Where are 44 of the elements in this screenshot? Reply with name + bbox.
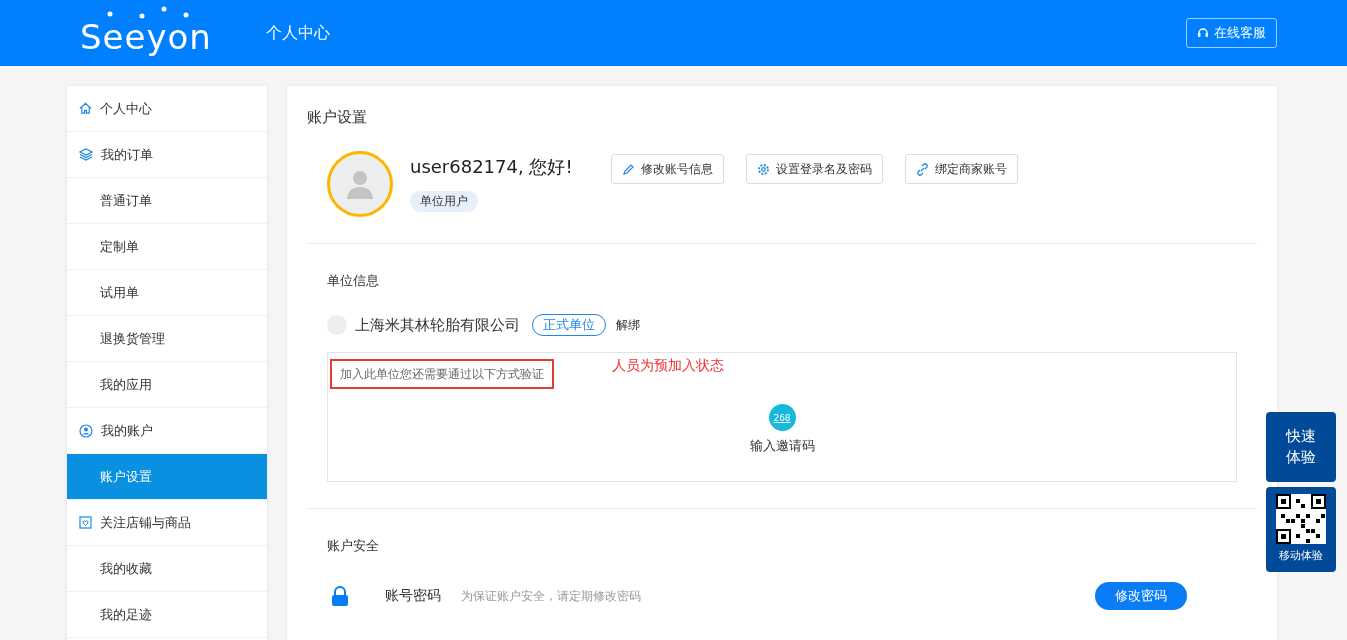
sidebar-item[interactable]: 个人中心 xyxy=(67,86,267,132)
layers-icon xyxy=(79,148,93,161)
page-title: 个人中心 xyxy=(266,22,330,44)
headset-icon xyxy=(1197,27,1209,39)
link-icon xyxy=(915,162,929,176)
quick-trial-button[interactable]: 快速体验 xyxy=(1266,412,1336,482)
verification-hint: 加入此单位您还需要通过以下方式验证 xyxy=(330,359,554,389)
greeting: user682174, 您好! xyxy=(410,155,573,179)
user-silhouette-icon xyxy=(346,169,374,199)
annotation-text: 人员为预加入状态 xyxy=(612,357,724,375)
section-title: 账户设置 xyxy=(307,108,368,127)
invite-code-label[interactable]: 输入邀请码 xyxy=(749,437,815,455)
mobile-trial-label: 移动体验 xyxy=(1279,548,1323,563)
sidebar-item[interactable]: 我的订单 xyxy=(67,132,267,178)
sidebar-item[interactable]: 试用单 xyxy=(67,270,267,316)
profile-button[interactable]: 设置登录名及密码 xyxy=(745,154,883,184)
settings-icon xyxy=(756,162,770,176)
section-heading: 单位信息 xyxy=(327,272,380,290)
sidebar-item[interactable]: 我的账户 xyxy=(67,408,267,454)
sidebar-item[interactable]: 定制单 xyxy=(67,224,267,270)
company-name: 上海米其林轮胎有限公司 xyxy=(355,315,520,335)
mobile-trial-panel[interactable]: 移动体验 xyxy=(1266,487,1336,572)
section-heading: 账户安全 xyxy=(327,537,380,555)
user-type-tag: 单位用户 xyxy=(410,191,478,212)
sidebar-item[interactable]: 我的足迹 xyxy=(67,592,267,638)
home-icon xyxy=(79,102,92,115)
sidebar-item[interactable]: 普通订单 xyxy=(67,178,267,224)
user-circle-icon xyxy=(79,423,93,438)
password-label: 账号密码 xyxy=(385,587,441,605)
sidebar-item[interactable]: 我的收藏 xyxy=(67,546,267,592)
pencil-icon xyxy=(621,162,635,176)
sidebar-item[interactable]: 我的应用 xyxy=(67,362,267,408)
qr-code-icon xyxy=(1276,494,1326,544)
password-hint: 为保证账户安全，请定期修改密码 xyxy=(461,587,641,605)
lock-icon xyxy=(331,586,349,606)
unbind-link[interactable]: 解绑 xyxy=(616,316,640,334)
profile-button[interactable]: 绑定商家账号 xyxy=(904,154,1018,184)
logo: Seeyon xyxy=(70,6,212,58)
online-service-button[interactable]: 在线客服 xyxy=(1186,18,1277,48)
sidebar-item[interactable]: 退换货管理 xyxy=(67,316,267,362)
heart-square-icon xyxy=(79,516,92,529)
profile-button[interactable]: 修改账号信息 xyxy=(610,154,724,184)
sidebar-item[interactable]: 关注店铺与商品 xyxy=(67,500,267,546)
change-password-button[interactable]: 修改密码 xyxy=(1095,582,1187,610)
